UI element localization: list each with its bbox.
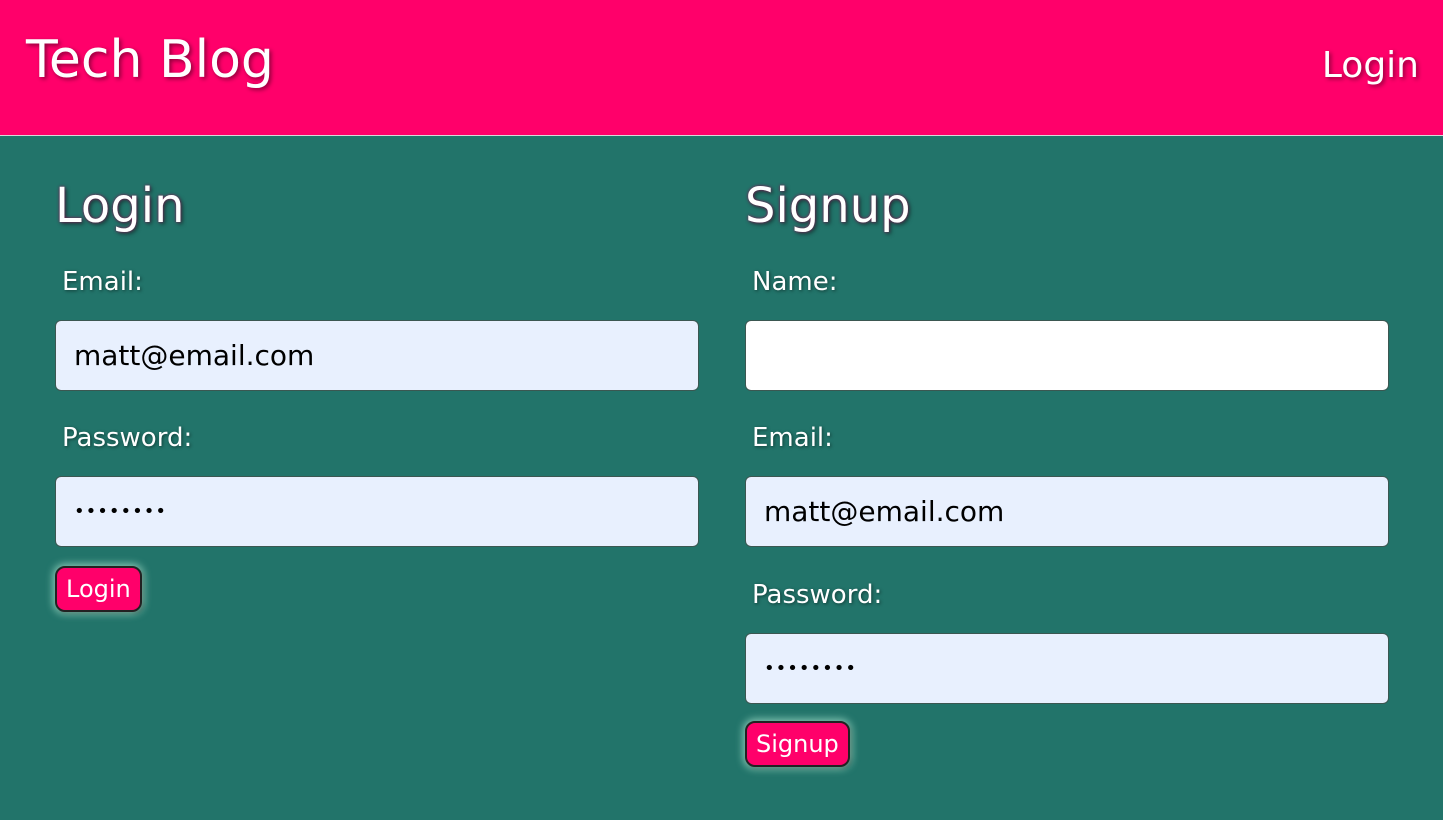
signup-password-label: Password: [752,580,883,610]
login-submit-button[interactable]: Login [55,566,142,612]
login-email-label: Email: [62,267,143,297]
login-form: Login Email: Password: Login [55,176,699,612]
signup-submit-button[interactable]: Signup [745,721,850,767]
signup-form: Signup Name: Email: Password: Signup [745,176,1389,767]
login-password-label: Password: [62,423,193,453]
site-header: Tech Blog Login [0,0,1443,136]
site-title-link[interactable]: Tech Blog [26,28,274,92]
signup-email-label: Email: [752,423,833,453]
signup-name-label: Name: [752,267,838,297]
signup-name-input[interactable] [745,320,1389,391]
nav-login-link[interactable]: Login [1322,44,1419,88]
login-password-input[interactable] [55,476,699,547]
login-form-title: Login [55,178,185,234]
signup-form-title: Signup [745,178,911,234]
login-email-input[interactable] [55,320,699,391]
signup-email-input[interactable] [745,476,1389,547]
signup-password-input[interactable] [745,633,1389,704]
